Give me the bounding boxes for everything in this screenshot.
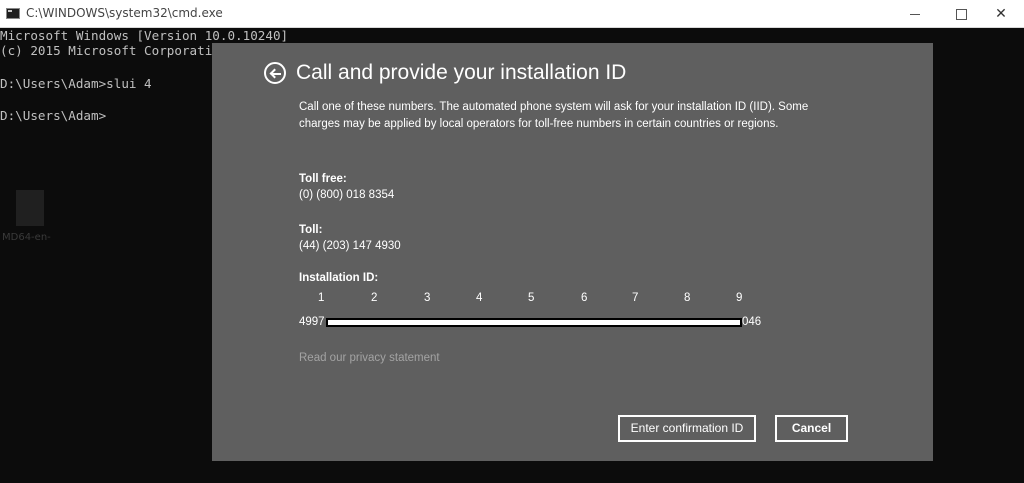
dialog-title: Call and provide your installation ID	[296, 61, 627, 84]
toll-free-number: (0) (800) 018 8354	[299, 189, 395, 201]
id-group-number: 3	[424, 292, 431, 304]
id-group-number: 7	[632, 292, 639, 304]
installation-id-end: 046	[742, 316, 762, 328]
console-titlebar: C:\WINDOWS\system32\cmd.exe ✕	[0, 0, 1024, 28]
cancel-button[interactable]: Cancel	[775, 415, 848, 442]
id-group-number: 8	[684, 292, 691, 304]
file-icon	[16, 190, 44, 226]
desktop-icon-label: MD64-en-	[2, 232, 51, 243]
toll-number: (44) (203) 147 4930	[299, 240, 401, 252]
installation-id-start: 4997	[299, 316, 325, 328]
console-line: (c) 2015 Microsoft Corporati	[0, 43, 213, 58]
id-group-number: 5	[528, 292, 535, 304]
id-group-number: 6	[581, 292, 588, 304]
toll-free-label: Toll free:	[299, 173, 347, 185]
console-line: Microsoft Windows [Version 10.0.10240]	[0, 28, 289, 43]
id-group-number: 9	[736, 292, 743, 304]
console-line: D:\Users\Adam>slui 4	[0, 76, 152, 91]
dialog-description: Call one of these numbers. The automated…	[299, 101, 809, 130]
id-group-number: 1	[318, 292, 325, 304]
toll-label: Toll:	[299, 224, 323, 236]
enter-confirmation-id-button[interactable]: Enter confirmation ID	[618, 415, 756, 442]
close-button[interactable]: ✕	[978, 0, 1024, 28]
id-group-number: 2	[371, 292, 378, 304]
window-title: C:\WINDOWS\system32\cmd.exe	[26, 6, 223, 20]
console-line: D:\Users\Adam>	[0, 108, 107, 123]
installation-id-label: Installation ID:	[299, 272, 379, 284]
privacy-statement-link[interactable]: Read our privacy statement	[299, 352, 440, 364]
redaction-bar	[326, 318, 742, 327]
activation-dialog: Call and provide your installation ID Ca…	[212, 43, 933, 461]
minimize-button[interactable]	[892, 0, 938, 28]
id-group-number: 4	[476, 292, 483, 304]
cmd-icon	[6, 8, 20, 19]
back-arrow-icon[interactable]	[264, 62, 286, 84]
